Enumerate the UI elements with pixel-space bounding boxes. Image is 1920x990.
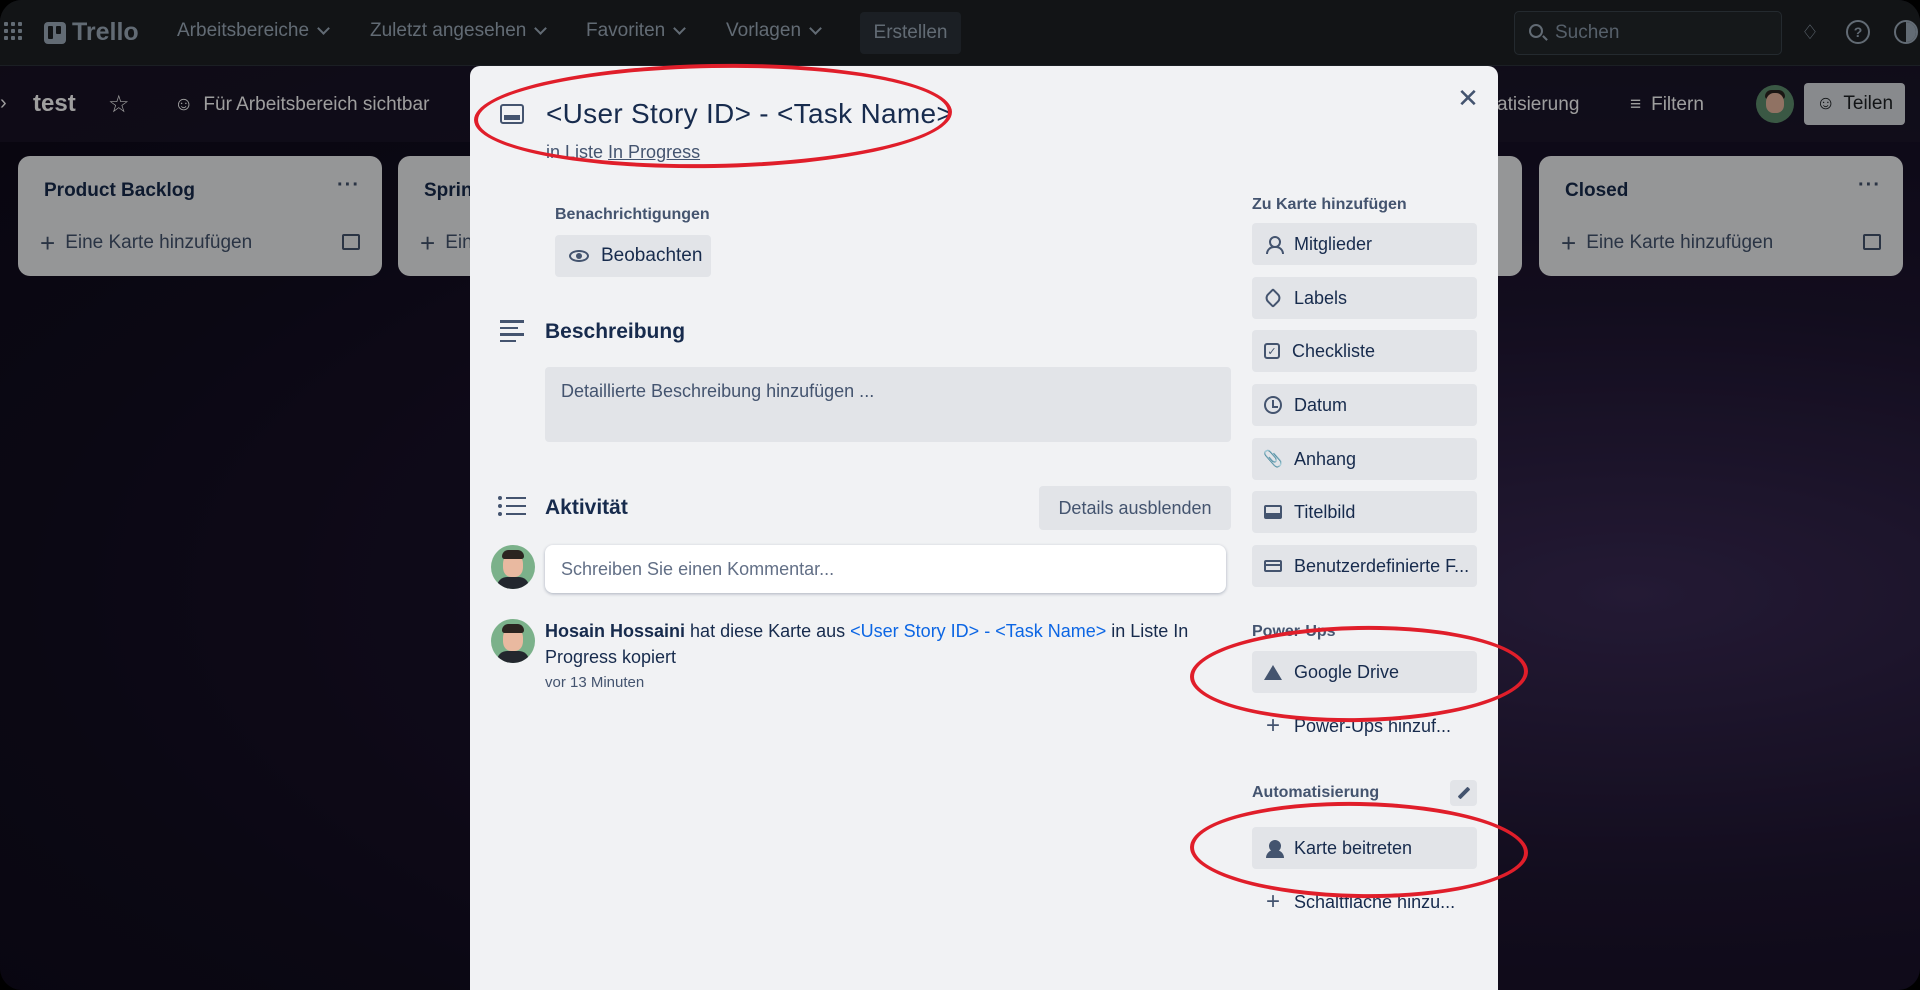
watch-label: Beobachten <box>601 245 703 266</box>
custom-fields-button[interactable]: Benutzerdefinierte F... <box>1252 545 1477 587</box>
comment-input[interactable]: Schreiben Sie einen Kommentar... <box>545 545 1226 593</box>
screen: Trello Arbeitsbereiche Zuletzt angesehen… <box>0 0 1920 990</box>
cover-label: Titelbild <box>1294 501 1356 522</box>
activity-card-link[interactable]: <User Story ID> - <Task Name> <box>850 621 1106 641</box>
pencil-icon <box>1457 786 1470 800</box>
custom-field-icon <box>1264 557 1282 575</box>
watch-button[interactable]: Beobachten <box>555 235 711 277</box>
clock-icon <box>1264 396 1282 414</box>
checklist-button[interactable]: ✓ Checkliste <box>1252 330 1477 372</box>
activity-timestamp[interactable]: vor 13 Minuten <box>545 674 644 691</box>
paperclip-icon: 📎 <box>1263 451 1283 468</box>
members-button[interactable]: Mitglieder <box>1252 223 1477 265</box>
avatar-hair <box>502 624 524 633</box>
activity-user[interactable]: Hosain Hossaini <box>545 621 685 641</box>
close-icon[interactable]: ✕ <box>1455 83 1481 113</box>
description-heading: Beschreibung <box>545 320 686 343</box>
hide-details-button[interactable]: Details ausblenden <box>1039 486 1231 530</box>
avatar[interactable] <box>491 545 535 589</box>
description-icon <box>500 320 524 346</box>
plus-icon: + <box>1265 712 1280 739</box>
user-icon <box>1264 235 1284 254</box>
cover-icon <box>1264 503 1282 521</box>
dates-label: Datum <box>1294 394 1348 415</box>
description-input[interactable]: Detaillierte Beschreibung hinzufügen ... <box>545 367 1231 442</box>
custom-fields-label: Benutzerdefinierte F... <box>1294 555 1470 576</box>
activity-icon <box>498 496 526 520</box>
plus-icon: + <box>1265 888 1280 915</box>
cover-button[interactable]: Titelbild <box>1252 491 1477 533</box>
dates-button[interactable]: Datum <box>1252 384 1477 426</box>
edit-automation-button[interactable] <box>1450 780 1477 806</box>
avatar-shirt <box>497 577 529 589</box>
eye-icon <box>569 250 589 262</box>
avatar-shirt <box>497 651 529 663</box>
avatar[interactable] <box>491 619 535 663</box>
labels-button[interactable]: Labels <box>1252 277 1477 319</box>
attachment-button[interactable]: 📎 Anhang <box>1252 438 1477 480</box>
activity-entry: Hosain Hossaini hat diese Karte aus <Use… <box>545 618 1245 670</box>
checklist-label: Checkliste <box>1292 340 1376 361</box>
activity-text-before: hat diese Karte aus <box>685 621 851 641</box>
checklist-icon: ✓ <box>1264 343 1280 359</box>
activity-heading: Aktivität <box>545 496 628 519</box>
attachment-label: Anhang <box>1294 448 1357 469</box>
notifications-label: Benachrichtigungen <box>555 206 710 223</box>
avatar-hair <box>502 550 524 559</box>
automation-heading: Automatisierung <box>1252 784 1380 801</box>
add-to-card-heading: Zu Karte hinzufügen <box>1252 196 1407 213</box>
labels-label: Labels <box>1294 287 1348 308</box>
members-label: Mitglieder <box>1294 233 1373 254</box>
tag-icon <box>1263 288 1283 308</box>
